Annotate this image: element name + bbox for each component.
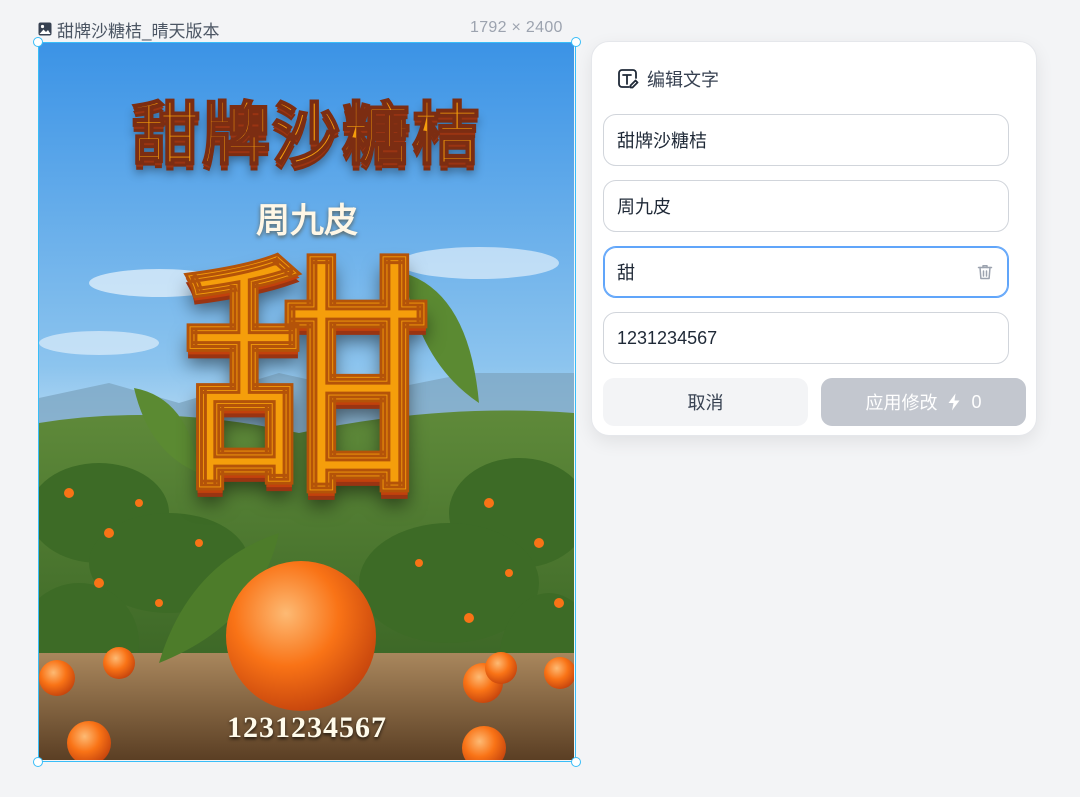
resize-handle-bottom-left[interactable]: [33, 757, 43, 767]
panel-title: 编辑文字: [647, 70, 719, 90]
text-field-value[interactable]: 甜牌沙糖桔: [617, 127, 995, 153]
trash-icon[interactable]: [975, 262, 995, 282]
resize-handle-top-right[interactable]: [571, 37, 581, 47]
poster-subtitle: 周九皮: [256, 201, 358, 241]
image-icon: [38, 22, 52, 36]
panel-header: 编辑文字: [616, 66, 719, 92]
file-title: 甜牌沙糖桔_晴天版本: [38, 17, 219, 41]
poster-big-character: 甜: [181, 236, 434, 527]
text-field-value[interactable]: 甜: [617, 259, 975, 285]
poster-image: 甜牌沙糖桔 周九皮 甜 1231234567: [39, 43, 575, 761]
apply-cost: 0: [971, 391, 982, 412]
bolt-icon: [948, 393, 960, 411]
edit-text-panel: 编辑文字 甜牌沙糖桔 周九皮 甜 1231234567 取消 应用修改 0: [591, 41, 1037, 436]
text-field-big-character[interactable]: 甜: [603, 246, 1009, 298]
file-title-label: 甜牌沙糖桔_晴天版本: [57, 21, 220, 41]
text-field-value[interactable]: 1231234567: [617, 328, 995, 349]
poster-canvas[interactable]: 甜牌沙糖桔 周九皮 甜 1231234567: [33, 37, 581, 767]
text-edit-icon: [618, 69, 639, 89]
apply-button-label: 应用修改: [865, 393, 938, 413]
poster-title: 甜牌沙糖桔: [131, 95, 482, 176]
cancel-button-label: 取消: [687, 393, 724, 413]
text-field-value[interactable]: 周九皮: [617, 193, 995, 219]
text-field-phone[interactable]: 1231234567: [603, 312, 1009, 364]
text-field-subtitle[interactable]: 周九皮: [603, 180, 1009, 232]
text-field-title[interactable]: 甜牌沙糖桔: [603, 114, 1009, 166]
resize-handle-top-left[interactable]: [33, 37, 43, 47]
resize-handle-bottom-right[interactable]: [571, 757, 581, 767]
apply-changes-button[interactable]: 应用修改 0: [821, 378, 1026, 426]
poster-phone: 1231234567: [227, 711, 387, 744]
cancel-button[interactable]: 取消: [603, 378, 808, 426]
image-dimensions: 1792 × 2400: [470, 19, 563, 36]
